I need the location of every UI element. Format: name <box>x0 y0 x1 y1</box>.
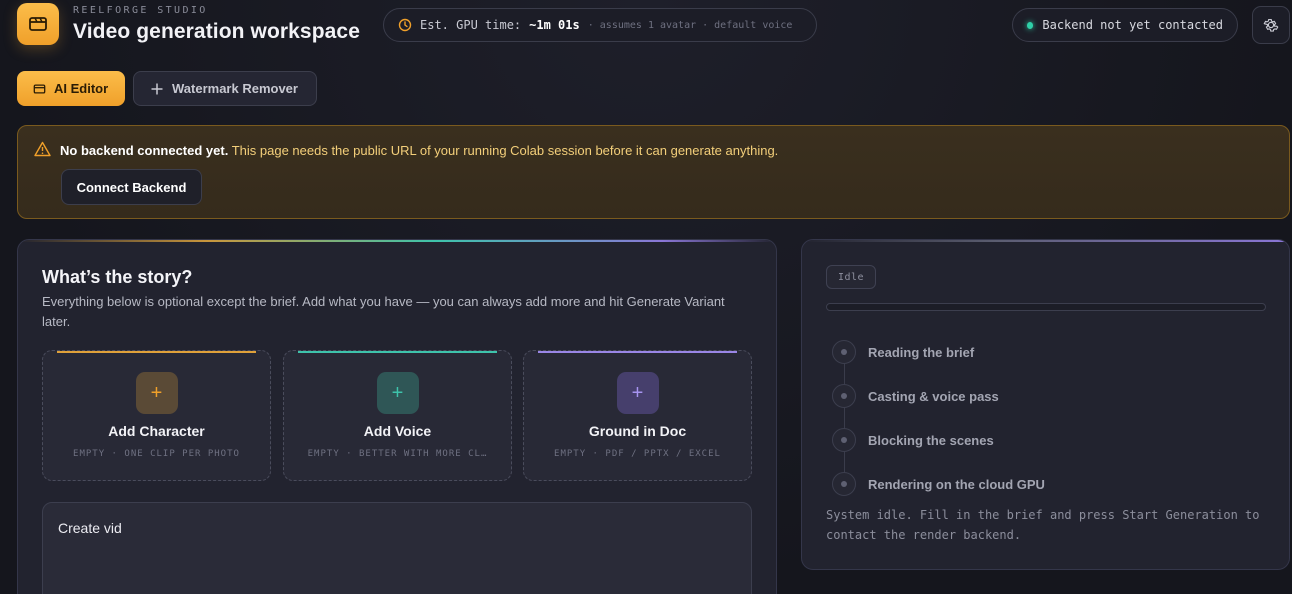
page-title: Video generation workspace <box>73 20 360 43</box>
gpu-estimate-pill: Est. GPU time: ~1m 01s · assumes 1 avata… <box>383 8 817 42</box>
gpu-value: ~1m 01s <box>529 18 580 32</box>
gpu-label: Est. GPU time: <box>420 18 522 32</box>
progress-bar <box>826 303 1266 311</box>
step-label: Reading the brief <box>868 344 975 360</box>
backend-warning-banner: No backend connected yet. This page need… <box>17 125 1290 219</box>
warning-body: This page needs the public URL of your r… <box>228 143 779 158</box>
step-item: Reading the brief <box>832 340 974 364</box>
generation-progress-card: Idle Reading the brief Casting & voice p… <box>801 239 1290 570</box>
gear-icon <box>1263 19 1279 32</box>
tile-accent-bar <box>57 351 256 353</box>
ground-in-doc-tile[interactable]: + Ground in Doc EMPTY · PDF / PPTX / EXC… <box>523 350 752 481</box>
add-character-tile[interactable]: + Add Character EMPTY · ONE CLIP PER PHO… <box>42 350 271 481</box>
clapperboard-icon <box>29 17 47 31</box>
step-label: Casting & voice pass <box>868 388 999 404</box>
tile-meta: EMPTY · BETTER WITH MORE CL… <box>307 449 488 459</box>
settings-button[interactable] <box>1252 6 1290 44</box>
plus-icon <box>151 83 163 94</box>
plus-icon: + <box>135 372 178 414</box>
step-dot-icon <box>832 384 856 408</box>
gpu-note: · assumes 1 avatar · default voice <box>587 19 793 31</box>
tile-title: Add Character <box>108 423 205 439</box>
tile-accent-bar <box>298 351 497 353</box>
card-accent-line <box>802 240 1289 242</box>
story-title: What’s the story? <box>42 267 193 287</box>
system-message: System idle. Fill in the brief and press… <box>826 508 1260 542</box>
plus-icon: + <box>376 372 419 414</box>
plus-icon: + <box>616 372 659 414</box>
app-logo <box>17 3 59 45</box>
warning-message: No backend connected yet. This page need… <box>60 143 778 158</box>
tab-label: AI Editor <box>54 81 109 96</box>
add-voice-tile[interactable]: + Add Voice EMPTY · BETTER WITH MORE CL… <box>283 350 512 481</box>
tile-title: Add Voice <box>363 423 432 439</box>
tile-meta: EMPTY · PDF / PPTX / EXCEL <box>554 449 721 459</box>
tile-accent-bar <box>538 351 737 353</box>
step-dot-icon <box>832 428 856 452</box>
tile-title: Ground in Doc <box>588 423 687 439</box>
clapperboard-icon <box>33 83 46 94</box>
step-item: Blocking the scenes <box>832 428 994 452</box>
warning-triangle-icon <box>34 141 51 157</box>
card-accent-line <box>18 240 776 242</box>
tab-label: Watermark Remover <box>172 81 298 96</box>
brand-subtitle: REELFORGE STUDIO <box>73 5 208 16</box>
brief-input[interactable] <box>42 502 752 594</box>
step-label: Blocking the scenes <box>868 432 994 448</box>
step-item: Rendering on the cloud GPU <box>832 472 1045 496</box>
backend-status-pill: Backend not yet contacted <box>1012 8 1238 42</box>
tile-meta: EMPTY · ONE CLIP PER PHOTO <box>73 449 240 459</box>
status-badge: Idle <box>826 265 877 289</box>
clock-icon <box>398 18 412 32</box>
connect-backend-button[interactable]: Connect Backend <box>61 169 202 205</box>
status-dot-icon <box>1027 21 1034 29</box>
step-item: Casting & voice pass <box>832 384 999 408</box>
steps-connector <box>844 353 845 485</box>
warning-strong: No backend connected yet. <box>60 143 229 158</box>
tab-watermark-remover[interactable]: Watermark Remover <box>133 71 317 106</box>
backend-status-text: Backend not yet contacted <box>1042 18 1223 32</box>
story-card: What’s the story? Everything below is op… <box>17 239 777 594</box>
story-description: Everything below is optional except the … <box>42 294 725 329</box>
step-label: Rendering on the cloud GPU <box>868 476 1045 492</box>
tab-ai-editor[interactable]: AI Editor <box>17 71 125 106</box>
step-dot-icon <box>832 340 856 364</box>
step-dot-icon <box>832 472 856 496</box>
